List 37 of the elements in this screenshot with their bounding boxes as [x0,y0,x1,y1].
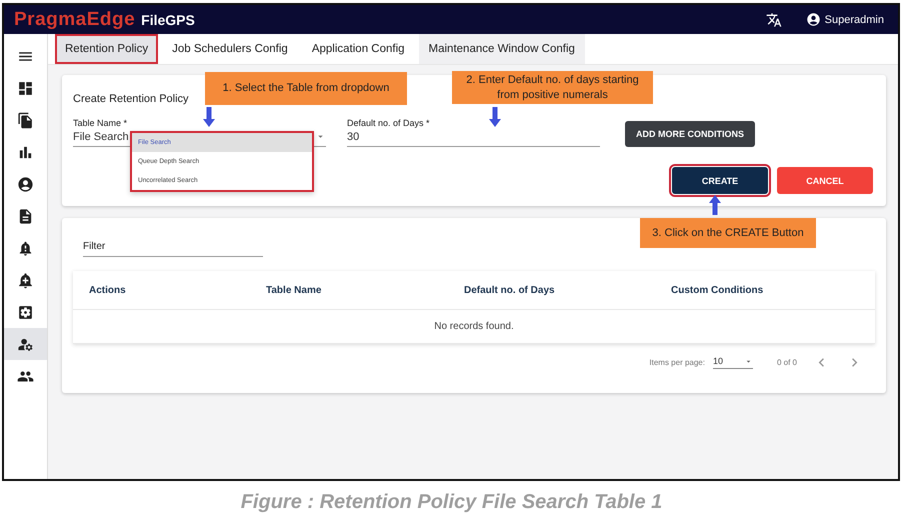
card-title: Create Retention Policy [73,93,189,105]
bell-plus-icon [17,272,34,288]
column-header: Actions [89,284,127,296]
dashboard-icon [17,80,34,96]
account-icon [17,176,34,192]
bell-alert-icon [17,240,34,256]
create-button[interactable]: CREATE [672,167,768,194]
down-arrow-icon [203,107,215,127]
column-header: Default no. of Days [464,284,556,296]
items-per-page-select[interactable]: 10 [712,356,753,369]
settings-icon [17,304,34,320]
account-icon[interactable] [806,12,821,27]
tab[interactable]: Retention Policy [55,34,158,64]
down-arrow-icon [489,107,501,127]
page-range: 0 of 0 [776,358,797,367]
empty-message: No records found. [434,321,514,332]
files-icon [17,112,34,128]
document-icon [17,208,34,224]
figure-caption: Figure : Retention Policy File Search Table 1 [240,491,664,514]
user-name[interactable]: Superadmin [824,14,884,26]
filter-field[interactable]: Filter [83,237,263,257]
column-header: Table Name [266,284,322,296]
tab[interactable]: Job Schedulers Config [162,34,298,64]
brand-logo: PragmaEdge [14,8,136,30]
up-arrow-icon [709,195,721,215]
callout: 1. Select the Table from dropdown [205,72,407,105]
add-conditions-button[interactable]: ADD MORE CONDITIONS [625,121,755,147]
translate-icon[interactable] [766,12,782,28]
callout: 2. Enter Default no. of days starting from positive numerals [452,71,653,104]
column-header: Custom Conditions [671,284,764,296]
tab[interactable]: Maintenance Window Config [418,34,585,64]
product-name: FileGPS [141,12,195,28]
callout: 3. Click on the CREATE Button [640,218,816,248]
sidebar-item[interactable] [4,328,47,360]
cancel-button[interactable]: CANCEL [777,167,873,194]
items-per-page-label: Items per page: [649,358,705,367]
tab[interactable]: Application Config [302,34,415,64]
